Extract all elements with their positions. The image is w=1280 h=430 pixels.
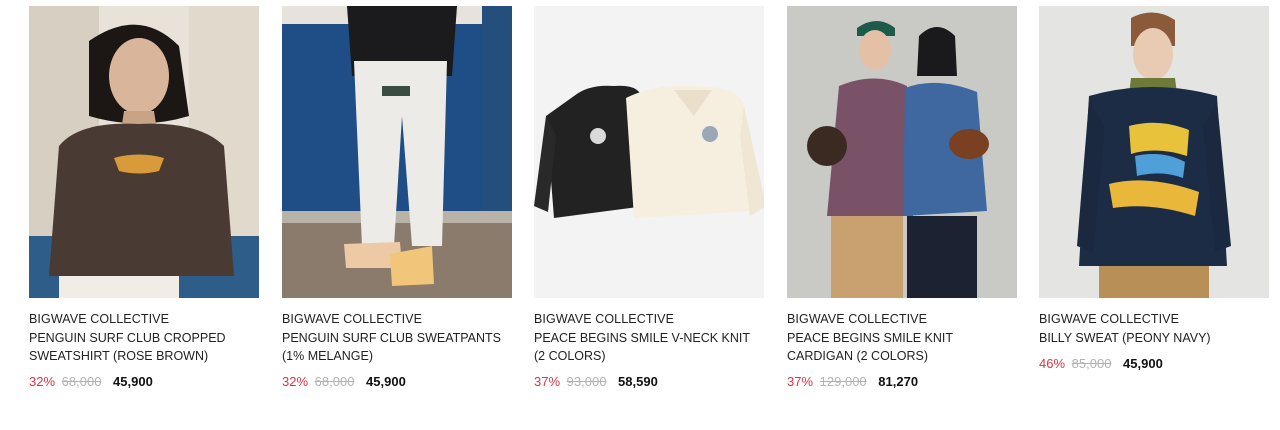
original-price: 68,000 (61, 374, 102, 389)
product-image[interactable] (534, 6, 764, 298)
sale-price: 45,900 (366, 374, 406, 389)
product-card[interactable]: BIGWAVE COLLECTIVE PENGUIN SURF CLUB CRO… (29, 6, 259, 391)
product-image[interactable] (282, 6, 512, 298)
product-grid: BIGWAVE COLLECTIVE PENGUIN SURF CLUB CRO… (29, 6, 1269, 406)
product-card[interactable]: BIGWAVE COLLECTIVE PEACE BEGINS SMILE V-… (534, 6, 764, 391)
original-price: 129,000 (819, 374, 867, 389)
discount-rate: 32% (282, 374, 309, 389)
brand-name[interactable]: BIGWAVE COLLECTIVE (534, 310, 764, 328)
discount-rate: 46% (1039, 356, 1066, 371)
product-photo (534, 6, 764, 298)
product-image[interactable] (787, 6, 1017, 298)
product-name[interactable]: BILLY SWEAT (PEONY NAVY) (1039, 329, 1269, 347)
price-row: 37% 129,000 81,270 (787, 373, 1017, 391)
product-card[interactable]: BIGWAVE COLLECTIVE PEACE BEGINS SMILE KN… (787, 6, 1017, 391)
product-photo (787, 6, 1017, 298)
product-name[interactable]: PENGUIN SURF CLUB SWEATPANTS (1% MELANGE… (282, 329, 512, 365)
discount-rate: 37% (787, 374, 814, 389)
product-name[interactable]: PENGUIN SURF CLUB CROPPED SWEATSHIRT (RO… (29, 329, 259, 365)
product-photo (282, 6, 512, 298)
discount-rate: 32% (29, 374, 56, 389)
price-row: 32% 68,000 45,900 (282, 373, 512, 391)
product-name[interactable]: PEACE BEGINS SMILE V-NECK KNIT (2 COLORS… (534, 329, 764, 365)
original-price: 93,000 (566, 374, 607, 389)
product-card[interactable]: BIGWAVE COLLECTIVE BILLY SWEAT (PEONY NA… (1039, 6, 1269, 373)
brand-name[interactable]: BIGWAVE COLLECTIVE (1039, 310, 1269, 328)
original-price: 85,000 (1071, 356, 1112, 371)
price-row: 37% 93,000 58,590 (534, 373, 764, 391)
brand-name[interactable]: BIGWAVE COLLECTIVE (787, 310, 1017, 328)
discount-rate: 37% (534, 374, 561, 389)
price-row: 32% 68,000 45,900 (29, 373, 259, 391)
sale-price: 45,900 (1123, 356, 1163, 371)
product-photo (29, 6, 259, 298)
brand-name[interactable]: BIGWAVE COLLECTIVE (29, 310, 259, 328)
product-card[interactable]: BIGWAVE COLLECTIVE PENGUIN SURF CLUB SWE… (282, 6, 512, 391)
product-image[interactable] (29, 6, 259, 298)
price-row: 46% 85,000 45,900 (1039, 355, 1269, 373)
product-name[interactable]: PEACE BEGINS SMILE KNIT CARDIGAN (2 COLO… (787, 329, 1017, 365)
original-price: 68,000 (314, 374, 355, 389)
sale-price: 58,590 (618, 374, 658, 389)
brand-name[interactable]: BIGWAVE COLLECTIVE (282, 310, 512, 328)
sale-price: 81,270 (878, 374, 919, 389)
product-photo (1039, 6, 1269, 298)
product-image[interactable] (1039, 6, 1269, 298)
sale-price: 45,900 (113, 374, 153, 389)
